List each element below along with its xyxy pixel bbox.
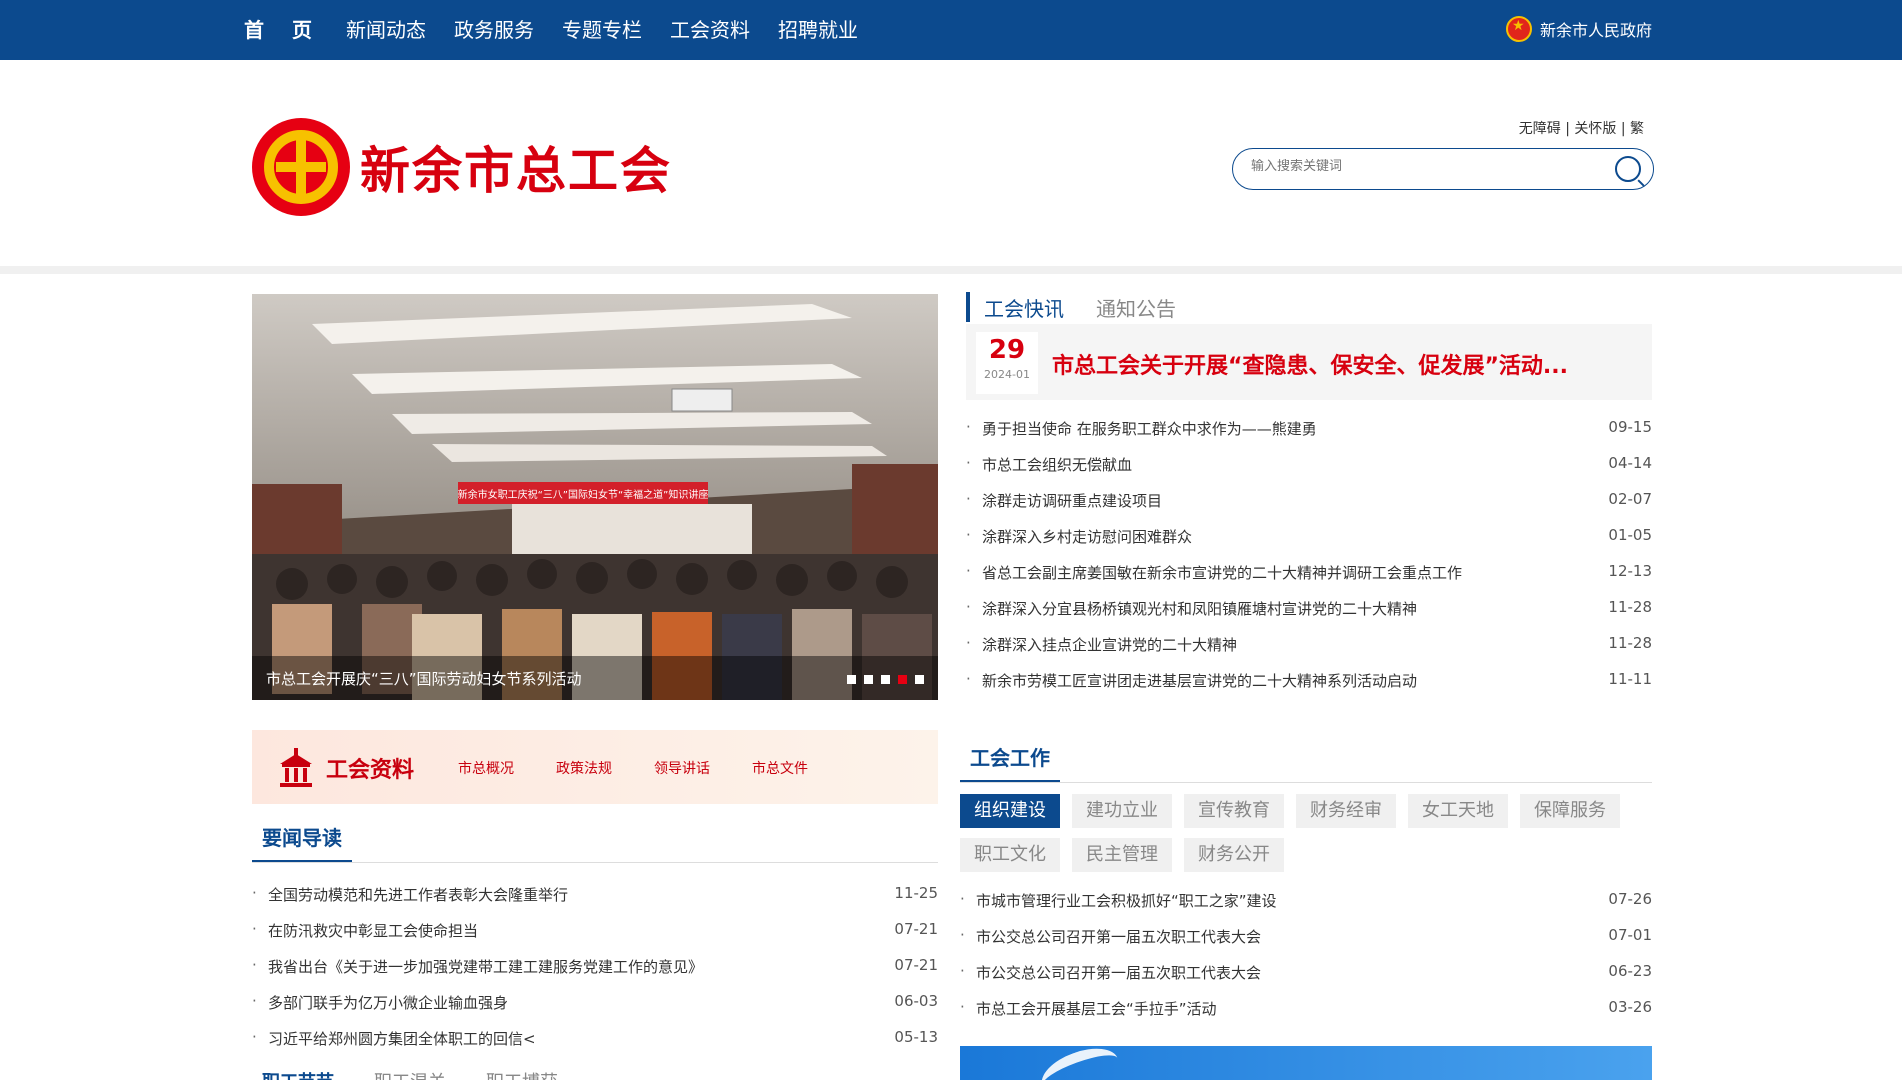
union-work-list: 市城市管理行业工会积极抓好“职工之家”建设07-26 市公交总公司召开第一届五次…	[960, 882, 1652, 1026]
union-work-title[interactable]: 工会工作	[970, 742, 1050, 771]
slider-caption: 市总工会开展庆“三八”国际劳动妇女节系列活动	[252, 656, 938, 700]
resources-links: 市总概况 政策法规 领导讲话 市总文件	[458, 758, 850, 778]
headline-date: 29 2024-01	[976, 332, 1038, 394]
headline-title[interactable]: 市总工会关于开展“查隐患、保安全、促发展”活动...	[1052, 348, 1568, 380]
tab-notices[interactable]: 通知公告	[1096, 293, 1176, 322]
slider-dots	[839, 675, 924, 684]
banner-decoration	[1035, 1046, 1125, 1080]
header-divider	[0, 266, 1902, 274]
important-news-list: 全国劳动模范和先进工作者表彰大会隆重举行11-25 在防汛救灾中彰显工会使命担当…	[252, 876, 938, 1056]
union-logo-icon	[252, 118, 350, 216]
tag-organization[interactable]: 组织建设	[960, 794, 1060, 828]
list-item[interactable]: 全国劳动模范和先进工作者表彰大会隆重举行11-25	[252, 876, 938, 912]
slider-caption-text[interactable]: 市总工会开展庆“三八”国际劳动妇女节系列活动	[266, 668, 582, 689]
resources-link-speeches[interactable]: 领导讲话	[654, 758, 710, 778]
main-nav: 首页 新闻动态 政务服务 专题专栏 工会资料 招聘就业	[244, 0, 886, 60]
list-item[interactable]: 涂群深入乡村走访慰问困难群众01-05	[966, 518, 1652, 554]
resources-link-documents[interactable]: 市总文件	[752, 758, 808, 778]
tag-democratic-management[interactable]: 民主管理	[1072, 838, 1172, 872]
bottom-tab-1[interactable]: 职工节节	[262, 1068, 334, 1080]
top-nav-bar: 首页 新闻动态 政务服务 专题专栏 工会资料 招聘就业 新余市人民政府	[0, 0, 1902, 60]
site-logo[interactable]: 新余市总工会	[252, 118, 672, 216]
bottom-tab-3[interactable]: 职工博获	[486, 1068, 558, 1080]
slider-dot-5[interactable]	[915, 675, 924, 684]
gov-link[interactable]: 新余市人民政府	[1505, 16, 1652, 42]
news-tabs-bar	[966, 292, 970, 322]
tag-achievement[interactable]: 建功立业	[1072, 794, 1172, 828]
list-item[interactable]: 市公交总公司召开第一届五次职工代表大会06-23	[960, 954, 1652, 990]
important-news-divider	[252, 862, 938, 863]
resources-title: 工会资料	[326, 758, 415, 783]
list-item[interactable]: 在防汛救灾中彰显工会使命担当07-21	[252, 912, 938, 948]
list-item[interactable]: 涂群深入挂点企业宣讲党的二十大精神11-28	[966, 626, 1652, 662]
promo-banner[interactable]	[960, 1046, 1652, 1080]
list-item[interactable]: 市总工会开展基层工会“手拉手”活动03-26	[960, 990, 1652, 1026]
search-icon[interactable]	[1615, 156, 1641, 182]
important-news-title[interactable]: 要闻导读	[262, 822, 342, 851]
list-item[interactable]: 新余市劳模工匠宣讲团走进基层宣讲党的二十大精神系列活动启动11-11	[966, 662, 1652, 698]
list-item[interactable]: 勇于担当使命 在服务职工群众中求作为——熊建勇09-15	[966, 410, 1652, 446]
list-item[interactable]: 我省出台《关于进一步加强党建带工建工建服务党建工作的意见》07-21	[252, 948, 938, 984]
nav-news[interactable]: 新闻动态	[346, 0, 426, 60]
list-item[interactable]: 涂群深入分宜县杨桥镇观光村和凤阳镇雁塘村宣讲党的二十大精神11-28	[966, 590, 1652, 626]
svg-text:新余市女职工庆祝“三八”国际妇女节“幸福之道”知识讲座: 新余市女职工庆祝“三八”国际妇女节“幸福之道”知识讲座	[458, 488, 709, 501]
union-work-divider	[960, 782, 1652, 783]
slider-dot-4[interactable]	[898, 675, 907, 684]
tab-union-news[interactable]: 工会快讯	[984, 293, 1064, 322]
headline-year-month: 2024-01	[984, 368, 1030, 381]
tag-worker-culture[interactable]: 职工文化	[960, 838, 1060, 872]
slider-dot-2[interactable]	[864, 675, 873, 684]
accessibility-links[interactable]: 无障碍 | 关怀版 | 繁	[1519, 118, 1644, 138]
nav-jobs[interactable]: 招聘就业	[778, 0, 858, 60]
institution-icon	[280, 748, 312, 787]
resources-banner: 工会资料 市总概况 政策法规 领导讲话 市总文件	[252, 730, 938, 804]
nav-topics[interactable]: 专题专栏	[562, 0, 642, 60]
bottom-tab-2[interactable]: 职工混关	[374, 1068, 446, 1080]
national-emblem-icon	[1505, 16, 1532, 42]
union-news-list: 勇于担当使命 在服务职工群众中求作为——熊建勇09-15 市总工会组织无偿献血0…	[966, 410, 1652, 698]
list-item[interactable]: 省总工会副主席姜国敏在新余市宣讲党的二十大精神并调研工会重点工作12-13	[966, 554, 1652, 590]
tag-finance-audit[interactable]: 财务经审	[1296, 794, 1396, 828]
slider-dot-3[interactable]	[881, 675, 890, 684]
tag-women-workers[interactable]: 女工天地	[1408, 794, 1508, 828]
news-tabs: 工会快讯 通知公告	[966, 292, 1208, 322]
slider-photo: 新余市女职工庆祝“三八”国际妇女节“幸福之道”知识讲座	[252, 294, 938, 700]
list-item[interactable]: 市总工会组织无偿献血04-14	[966, 446, 1652, 482]
resources-link-policies[interactable]: 政策法规	[556, 758, 612, 778]
resources-link-overview[interactable]: 市总概况	[458, 758, 514, 778]
site-title: 新余市总工会	[360, 142, 672, 200]
slider-dot-1[interactable]	[847, 675, 856, 684]
tag-support-services[interactable]: 保障服务	[1520, 794, 1620, 828]
list-item[interactable]: 涂群走访调研重点建设项目02-07	[966, 482, 1652, 518]
bottom-tabs: 职工节节 职工混关 职工博获	[262, 1068, 598, 1080]
nav-union-materials[interactable]: 工会资料	[670, 0, 750, 60]
gov-link-label: 新余市人民政府	[1539, 21, 1652, 40]
list-item[interactable]: 市城市管理行业工会积极抓好“职工之家”建设07-26	[960, 882, 1652, 918]
tag-publicity[interactable]: 宣传教育	[1184, 794, 1284, 828]
headline-news[interactable]: 29 2024-01 市总工会关于开展“查隐患、保安全、促发展”活动...	[966, 324, 1652, 400]
headline-day: 29	[988, 335, 1026, 365]
nav-gov-services[interactable]: 政务服务	[454, 0, 534, 60]
list-item[interactable]: 习近平给郑州圆方集团全体职工的回信<05-13	[252, 1020, 938, 1056]
tag-finance-disclosure[interactable]: 财务公开	[1184, 838, 1284, 872]
search-box	[1232, 148, 1654, 190]
search-input[interactable]	[1251, 159, 1591, 174]
photo-slider[interactable]: 新余市女职工庆祝“三八”国际妇女节“幸福之道”知识讲座 市总工会开展庆“三八”国…	[252, 294, 938, 700]
nav-home[interactable]: 首页	[244, 0, 340, 60]
list-item[interactable]: 市公交总公司召开第一届五次职工代表大会07-01	[960, 918, 1652, 954]
list-item[interactable]: 多部门联手为亿万小微企业输血强身06-03	[252, 984, 938, 1020]
